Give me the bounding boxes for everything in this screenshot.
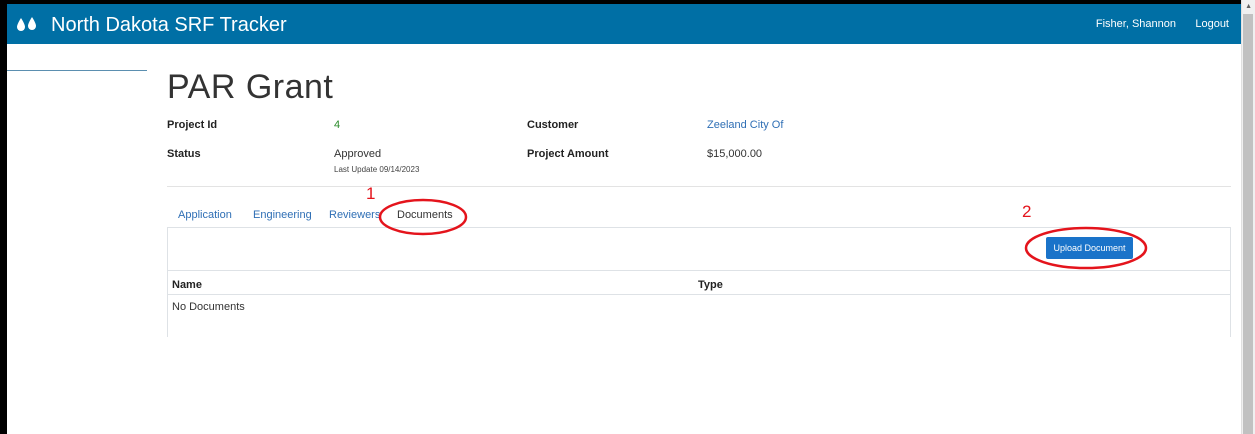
customer-label: Customer [527, 119, 579, 131]
annotation-step-2: 2 [1022, 202, 1032, 221]
status-value: Approved [334, 148, 382, 160]
scrollbar-thumb[interactable] [1243, 14, 1253, 434]
scroll-up-arrow-icon[interactable]: ▲ [1245, 3, 1252, 10]
project-id-label: Project Id [167, 119, 218, 131]
project-amount-label: Project Amount [527, 148, 609, 160]
app-title[interactable]: North Dakota SRF Tracker [51, 14, 287, 36]
vertical-scrollbar[interactable]: ▲ [1241, 0, 1255, 434]
empty-documents-message: No Documents [172, 301, 245, 313]
logout-link[interactable]: Logout [1195, 18, 1229, 30]
annotation-circle-documents-tab [378, 198, 468, 236]
user-name-link[interactable]: Fisher, Shannon [1096, 18, 1176, 30]
column-header-name: Name [172, 279, 202, 291]
page-title: PAR Grant [167, 68, 334, 106]
table-header-bottom-border [167, 294, 1231, 295]
sidebar-divider [7, 70, 147, 71]
project-id-value: 4 [334, 119, 341, 131]
status-label: Status [167, 148, 201, 160]
section-divider [167, 186, 1231, 187]
window-frame-left [0, 0, 7, 434]
column-header-type: Type [698, 279, 723, 291]
top-navbar: North Dakota SRF Tracker Fisher, Shannon… [7, 4, 1241, 44]
annotation-circle-upload-button [1024, 226, 1148, 270]
status-last-update: Last Update 09/14/2023 [334, 165, 420, 174]
tab-application[interactable]: Application [178, 209, 232, 221]
tab-engineering[interactable]: Engineering [253, 209, 312, 221]
tab-reviewers[interactable]: Reviewers [329, 209, 380, 221]
annotation-step-1: 1 [366, 184, 376, 203]
customer-link[interactable]: Zeeland City Of [707, 119, 783, 131]
water-drops-icon [16, 16, 38, 32]
project-amount-value: $15,000.00 [707, 148, 763, 160]
